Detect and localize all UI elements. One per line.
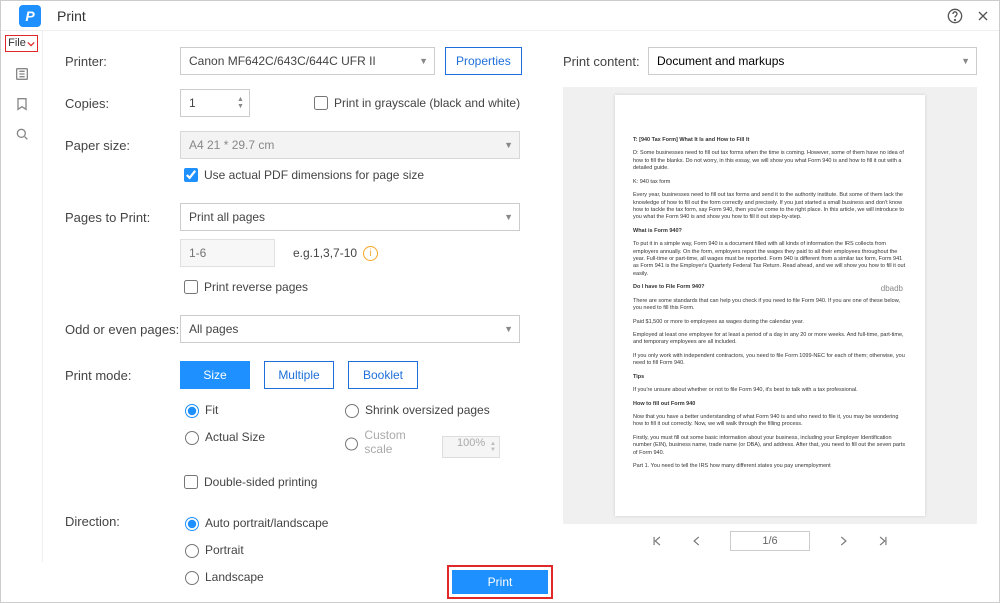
double-sided-checkbox[interactable]: Double-sided printing — [180, 472, 317, 492]
info-icon[interactable]: i — [363, 246, 378, 261]
file-menu-button[interactable]: File — [5, 35, 38, 52]
print-button-highlight: Print — [447, 565, 553, 599]
last-page-icon[interactable] — [876, 534, 890, 548]
dir-portrait-radio[interactable]: Portrait — [180, 541, 328, 558]
printer-select[interactable]: Canon MF642C/643C/644C UFR II▼ — [180, 47, 435, 75]
settings-panel: Printer: Canon MF642C/643C/644C UFR II▼ … — [43, 31, 553, 562]
app-logo: P — [19, 5, 41, 27]
oddeven-select[interactable]: All pages▼ — [180, 315, 520, 343]
pages-to-print-select[interactable]: Print all pages▼ — [180, 203, 520, 231]
actual-size-radio[interactable]: Actual Size — [180, 428, 265, 445]
paper-size-select[interactable]: A4 21 * 29.7 cm▼ — [180, 131, 520, 159]
title-bar: P Print — [1, 1, 999, 31]
mode-label: Print mode: — [65, 368, 180, 383]
dir-auto-radio[interactable]: Auto portrait/landscape — [180, 514, 328, 531]
page-navigator: 1/6 — [563, 524, 977, 558]
page-indicator[interactable]: 1/6 — [730, 531, 810, 551]
search-icon[interactable] — [14, 126, 30, 142]
direction-label: Direction: — [65, 514, 180, 529]
window-title: Print — [57, 8, 86, 24]
range-example: e.g.1,3,7-10 — [293, 246, 357, 260]
oddeven-label: Odd or even pages: — [65, 322, 180, 337]
help-icon[interactable] — [947, 8, 963, 24]
print-button[interactable]: Print — [452, 570, 548, 594]
outline-icon[interactable] — [14, 66, 30, 82]
prev-page-icon[interactable] — [690, 534, 704, 548]
close-icon[interactable] — [975, 8, 991, 24]
first-page-icon[interactable] — [650, 534, 664, 548]
pages-label: Pages to Print: — [65, 210, 180, 225]
print-content-select[interactable]: Document and markups▼ — [648, 47, 977, 75]
left-sidebar: File — [1, 31, 43, 562]
bookmark-icon[interactable] — [14, 96, 30, 112]
preview-area: dbadb T: [940 Tax Form] What It Is and H… — [563, 87, 977, 524]
custom-scale-radio[interactable]: Custom scale — [340, 428, 434, 456]
copies-input[interactable]: 1▲▼ — [180, 89, 250, 117]
copies-label: Copies: — [65, 96, 180, 111]
dialog-footer: Print — [1, 562, 999, 602]
print-content-label: Print content: — [563, 54, 648, 69]
mode-multiple-button[interactable]: Multiple — [264, 361, 334, 389]
preview-panel: Print content: Document and markups▼ dba… — [553, 31, 999, 562]
custom-scale-input[interactable]: 100%▲▼ — [442, 436, 500, 458]
mode-size-button[interactable]: Size — [180, 361, 250, 389]
actual-dimensions-checkbox[interactable]: Use actual PDF dimensions for page size — [180, 165, 424, 185]
printer-label: Printer: — [65, 54, 180, 69]
page-range-input[interactable] — [180, 239, 275, 267]
shrink-radio[interactable]: Shrink oversized pages — [340, 401, 490, 418]
fit-radio[interactable]: Fit — [180, 401, 218, 418]
mode-booklet-button[interactable]: Booklet — [348, 361, 418, 389]
reverse-pages-checkbox[interactable]: Print reverse pages — [180, 277, 308, 297]
paper-label: Paper size: — [65, 138, 180, 153]
next-page-icon[interactable] — [836, 534, 850, 548]
grayscale-checkbox[interactable]: Print in grayscale (black and white) — [310, 93, 520, 113]
preview-page: dbadb T: [940 Tax Form] What It Is and H… — [615, 95, 925, 516]
properties-button[interactable]: Properties — [445, 47, 522, 75]
preview-watermark: dbadb — [881, 284, 903, 295]
